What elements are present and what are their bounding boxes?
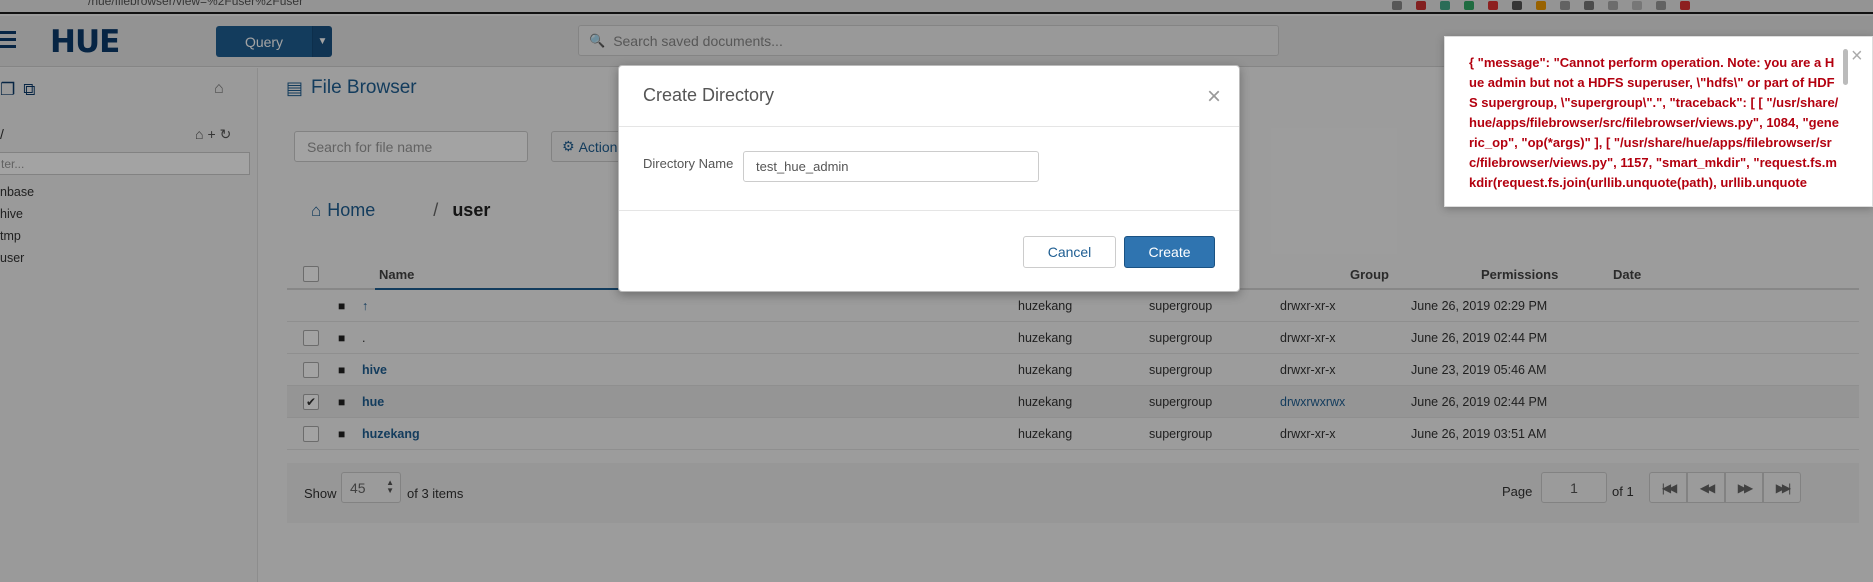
error-message: { "message": "Cannot perform operation. … <box>1469 55 1839 190</box>
error-notification: { "message": "Cannot perform operation. … <box>1444 36 1873 207</box>
create-button[interactable]: Create <box>1124 236 1215 268</box>
create-directory-modal: Create Directory × Directory Name test_h… <box>618 65 1240 292</box>
cancel-button[interactable]: Cancel <box>1023 236 1116 268</box>
toast-scrollbar[interactable] <box>1843 49 1848 85</box>
close-icon[interactable]: × <box>1851 45 1863 68</box>
modal-body: Directory Name test_hue_admin <box>619 127 1239 211</box>
close-icon[interactable]: × <box>1207 83 1221 111</box>
directory-name-label: Directory Name <box>643 156 734 171</box>
directory-name-input[interactable]: test_hue_admin <box>743 151 1039 182</box>
modal-title: Create Directory <box>643 85 775 105</box>
modal-header: Create Directory × <box>619 66 1239 127</box>
